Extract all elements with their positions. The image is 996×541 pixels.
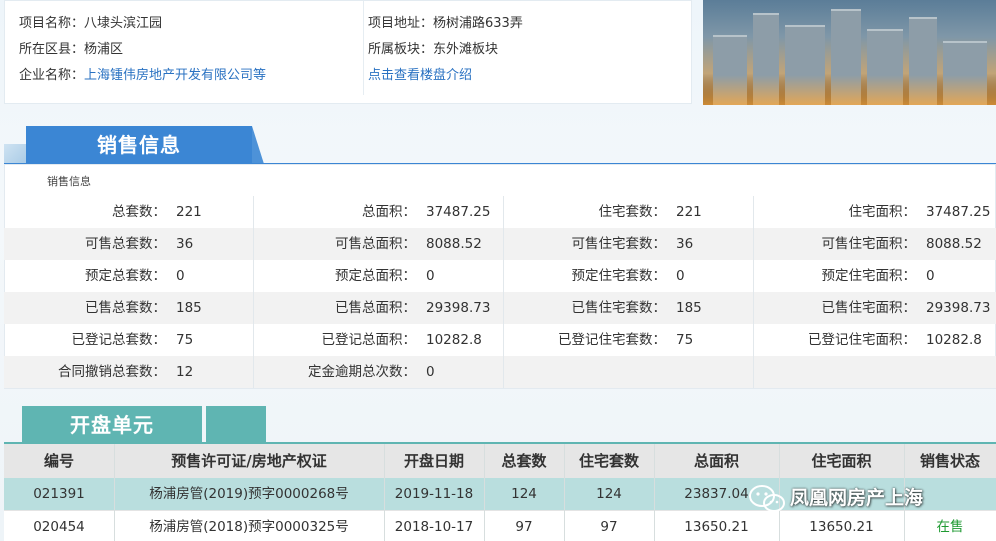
units-tab-extension <box>206 406 266 444</box>
units-section-tab: 开盘单元 <box>22 406 202 444</box>
table-cell: 124 <box>511 486 537 502</box>
column-header: 销售状态 <box>919 452 980 470</box>
sales-stat-value: 8088.52 <box>926 236 982 252</box>
table-cell: 2018-10-17 <box>394 519 474 535</box>
project-name-row: 项目名称：八埭头滨江园 <box>19 11 349 37</box>
status-badge <box>904 478 996 510</box>
sales-tab-slant <box>252 126 264 164</box>
sales-section-title: 销售信息 <box>97 133 181 157</box>
sales-section-tab: 销售信息 <box>26 126 252 164</box>
column-divider <box>384 444 385 541</box>
column-header: 住宅套数 <box>578 452 639 470</box>
table-cell: 杨浦房管(2018)预字0000325号 <box>149 519 349 535</box>
sales-subtitle: 销售信息 <box>47 175 91 188</box>
sales-row: 合同撤销总套数： 12 定金逾期总次数： 0 <box>4 356 996 388</box>
project-info-panel: 项目名称：八埭头滨江园 所在区县：杨浦区 企业名称：上海锺伟房地产开发有限公司等… <box>4 0 692 104</box>
column-divider <box>564 444 565 541</box>
photo-glow <box>703 75 996 105</box>
units-section-title: 开盘单元 <box>70 413 154 437</box>
column-header: 住宅面积 <box>811 452 872 470</box>
sales-row: 已登记总套数： 75 已登记总面积： 10282.8 已登记住宅套数： 75 已登记住宅面积… <box>4 324 996 356</box>
column-divider <box>503 196 504 388</box>
project-name-label: 项目名称： <box>19 16 85 31</box>
sales-tab-accent <box>4 144 26 164</box>
column-divider <box>253 196 254 388</box>
sales-stat-value: 29398.73 <box>926 300 991 316</box>
table-header: 编号 预售许可证/房地产权证 开盘日期 总套数 住宅套数 总面积 住宅面积 销售状态 <box>4 444 996 478</box>
sales-stat-value: 10282.8 <box>926 332 982 348</box>
address-label: 项目地址： <box>368 16 434 31</box>
table-cell: 124 <box>596 486 622 502</box>
district-label: 所在区县： <box>19 42 85 57</box>
sales-stat-label: 预定住宅面积： <box>821 268 917 284</box>
district-value: 杨浦区 <box>84 42 124 57</box>
sales-row: 总套数： 221 总面积： 37487.25 住宅套数： 221 住宅面积： 37487.25 <box>4 196 996 228</box>
column-divider <box>779 444 780 541</box>
property-intro-link[interactable]: 点击查看楼盘介绍 <box>368 68 472 83</box>
column-divider <box>753 196 754 388</box>
district-row: 所在区县：杨浦区 <box>19 37 349 63</box>
address-row: 项目地址：杨树浦路633弄 <box>364 11 683 37</box>
opening-units-table: 编号 预售许可证/房地产权证 开盘日期 总套数 住宅套数 总面积 住宅面积 销售状态 0213… <box>4 444 996 541</box>
table-cell: 杨浦房管(2019)预字0000268号 <box>149 486 349 502</box>
table-cell: 13650.21 <box>809 519 874 535</box>
column-header: 开盘日期 <box>403 452 464 470</box>
column-header: 编号 <box>43 452 74 470</box>
block-value: 东外滩板块 <box>433 42 499 57</box>
table-cell: 13650.21 <box>684 519 749 535</box>
sales-stat-value: 37487.25 <box>926 204 991 220</box>
project-info-left: 项目名称：八埭头滨江园 所在区县：杨浦区 企业名称：上海锺伟房地产开发有限公司等 <box>19 11 349 89</box>
company-row: 企业名称：上海锺伟房地产开发有限公司等 <box>19 63 349 89</box>
sales-row: 已售总套数： 185 已售总面积： 29398.73 已售住宅套数： 185 已售住宅面积：… <box>4 292 996 324</box>
sales-row: 可售总套数： 36 可售总面积： 8088.52 可售住宅套数： 36 可售住宅面积： 808… <box>4 228 996 260</box>
column-divider <box>114 444 115 541</box>
table-cell: 23837.04 <box>684 486 749 502</box>
sales-stat-label: 已售住宅面积： <box>821 300 917 316</box>
column-divider <box>904 444 905 541</box>
sales-row: 预定总套数： 0 预定总面积： 0 预定住宅套数： 0 预定住宅面积： 0 <box>4 260 996 292</box>
table-cell: 020454 <box>33 519 85 535</box>
project-name-value: 八埭头滨江园 <box>84 16 163 31</box>
status-badge: 在售 <box>936 519 964 535</box>
table-cell <box>779 478 904 510</box>
column-divider <box>484 444 485 541</box>
column-header: 预售许可证/房地产权证 <box>171 452 327 470</box>
table-cell: 021391 <box>33 486 85 502</box>
sales-stat-label: 住宅面积： <box>848 204 917 220</box>
block-label: 所属板块： <box>368 42 434 57</box>
company-link[interactable]: 上海锺伟房地产开发有限公司等 <box>84 68 266 83</box>
address-value: 杨树浦路633弄 <box>433 16 523 31</box>
intro-row: 点击查看楼盘介绍 <box>364 63 683 89</box>
column-header: 总面积 <box>693 452 739 470</box>
column-header: 总套数 <box>501 452 547 470</box>
column-divider <box>654 444 655 541</box>
sales-stat-label <box>4 356 916 388</box>
block-row: 所属板块：东外滩板块 <box>364 37 683 63</box>
sales-stat-label: 可售住宅面积： <box>821 236 917 252</box>
table-cell: 97 <box>515 519 533 535</box>
project-photo <box>703 0 996 105</box>
sales-stat-label: 已登记住宅面积： <box>808 332 916 348</box>
company-label: 企业名称： <box>19 68 85 83</box>
table-row[interactable]: 020454 杨浦房管(2018)预字0000325号 2018-10-17 97 97… <box>4 510 996 541</box>
sales-stat-value: 0 <box>926 268 935 284</box>
table-cell: 97 <box>600 519 618 535</box>
table-cell: 2019-11-18 <box>394 486 474 502</box>
table-row[interactable]: 021391 杨浦房管(2019)预字0000268号 2019-11-18 124 1… <box>4 478 996 510</box>
project-info-right: 项目地址：杨树浦路633弄 所属板块：东外滩板块 点击查看楼盘介绍 <box>363 1 683 95</box>
